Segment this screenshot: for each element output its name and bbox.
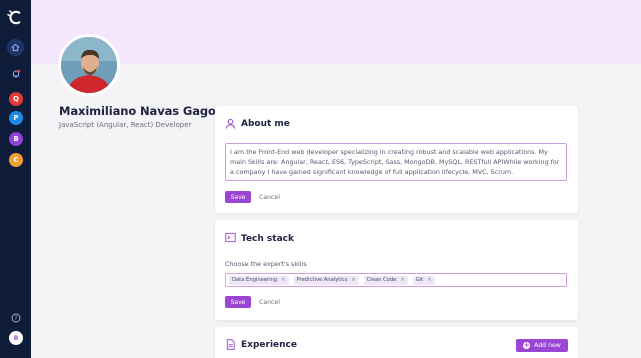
workspace-b-button[interactable]: B [9,132,23,146]
tech-stack-hint: Choose the expert's skills [225,260,307,268]
about-me-card: About me I am the Front-End web develope… [215,106,578,213]
tech-cancel-button[interactable]: Cancel [259,296,280,308]
add-experience-button[interactable]: + Add new [516,339,568,352]
workspace-p-button[interactable]: P [9,111,23,125]
about-cancel-button[interactable]: Cancel [259,191,280,203]
remove-tag-icon[interactable]: × [427,277,431,283]
profile-name: Maximiliano Navas Gago [59,104,216,118]
c-logo-icon[interactable] [6,8,25,27]
help-button[interactable]: ? [7,309,24,326]
skill-tag: Predictive Analytics × [293,275,359,285]
avatar-photo [61,37,117,93]
home-button[interactable] [7,39,24,56]
plus-icon: + [523,341,531,349]
about-me-title: About me [241,119,290,129]
user-initial: B [13,334,19,342]
remove-tag-icon[interactable]: × [351,277,355,283]
profile-header-banner [31,0,641,64]
skill-tag: Data Engineering × [229,275,289,285]
bell-icon [12,69,20,77]
tech-save-button[interactable]: Save [225,296,251,308]
skill-tag: Clean Code × [363,275,408,285]
remove-tag-icon[interactable]: × [400,277,404,283]
experience-card: Experience + Add new [215,327,578,358]
skill-tag: Git × [412,275,435,285]
skill-tag-label: Data Engineering [232,277,278,283]
terminal-icon [225,232,236,243]
document-icon [226,339,235,350]
sidebar: QPBC ? B [0,0,31,358]
about-save-button[interactable]: Save [225,191,251,203]
skill-tag-label: Clean Code [366,277,397,283]
skill-tag-label: Git [415,277,424,283]
profile-role: JavaScript (Angular, React) Developer [59,121,192,129]
tech-stack-card: Tech stack Choose the expert's skills Da… [215,220,578,320]
workspace-c-button[interactable]: C [9,153,23,167]
profile-avatar [58,34,120,96]
user-avatar-button[interactable]: B [9,331,23,345]
skills-tag-input[interactable]: Data Engineering × Predictive Analytics × Cl… [225,273,567,287]
workspace-q-button[interactable]: Q [9,92,23,106]
remove-tag-icon[interactable]: × [281,277,285,283]
skill-tag-label: Predictive Analytics [296,277,348,283]
add-experience-label: Add new [534,342,561,349]
about-me-textarea[interactable]: I am the Front-End web developer special… [225,143,567,181]
user-icon [225,118,236,129]
help-icon: ? [11,313,20,322]
experience-title: Experience [241,340,297,350]
tech-stack-title: Tech stack [241,234,294,244]
notifications-button[interactable] [7,65,24,82]
home-icon [11,43,20,52]
svg-text:?: ? [14,315,17,322]
